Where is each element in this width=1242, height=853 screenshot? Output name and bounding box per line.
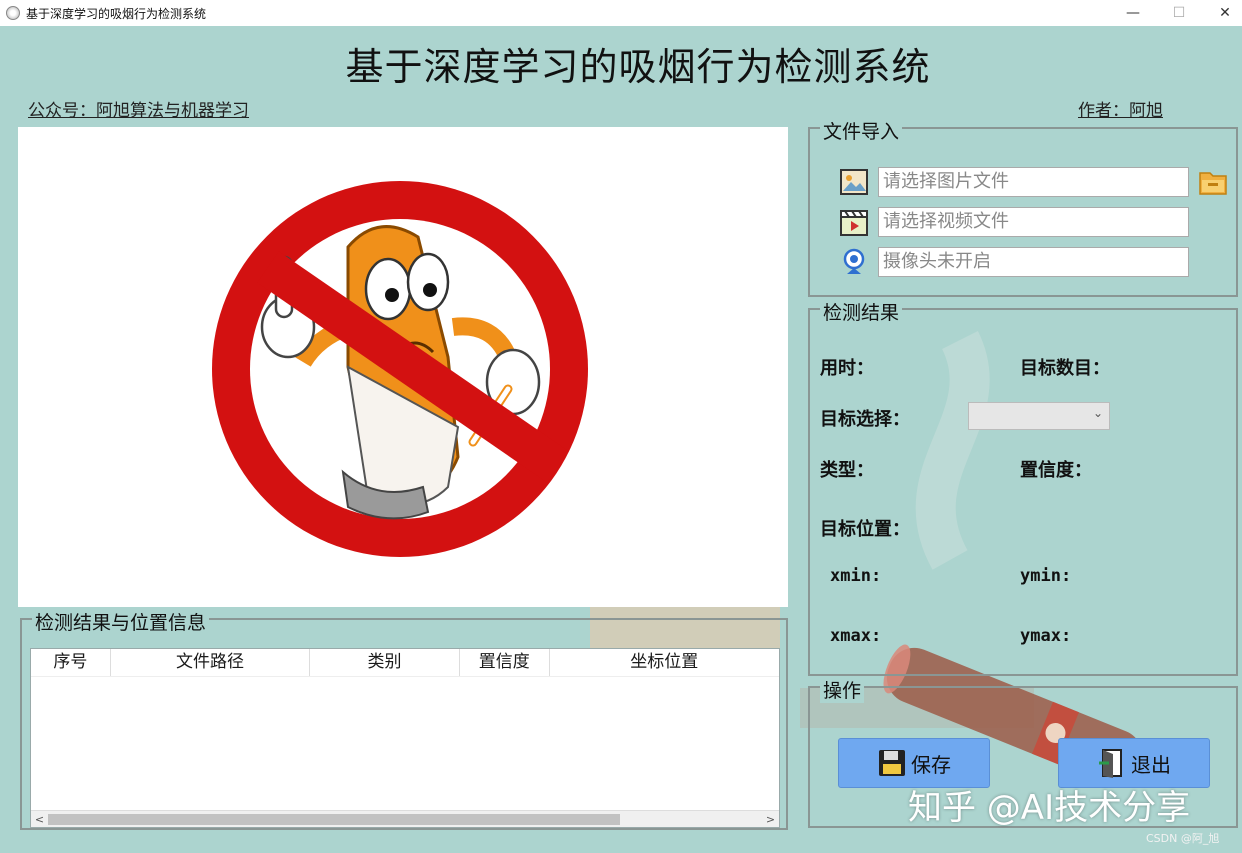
column-header-coordinates[interactable]: 坐标位置 — [550, 649, 779, 676]
table-header: 序号 文件路径 类别 置信度 坐标位置 — [31, 649, 779, 677]
file-import-group-title: 文件导入 — [820, 117, 903, 144]
column-header-class[interactable]: 类别 — [310, 649, 460, 676]
detection-results-group: 检测结果 用时： 目标数目： 目标选择： ⌄ 类型： 置信度： 目标位置： xm… — [808, 298, 1238, 676]
video-file-icon[interactable] — [838, 207, 870, 237]
minimize-button[interactable]: — — [1110, 0, 1156, 26]
chevron-down-icon[interactable]: ⌄ — [1093, 406, 1103, 420]
column-header-index[interactable]: 序号 — [31, 649, 111, 676]
maximize-button[interactable]: ☐ — [1156, 0, 1202, 26]
window-title: 基于深度学习的吸烟行为检测系统 — [26, 6, 207, 21]
horizontal-scrollbar[interactable]: < > — [31, 810, 779, 827]
author-caption: 作者：阿旭 — [1078, 101, 1163, 121]
target-select-dropdown[interactable]: ⌄ — [968, 402, 1110, 430]
app-icon — [6, 6, 20, 20]
ymax-label: ymax: — [1020, 626, 1072, 646]
results-table-group: 检测结果与位置信息 序号 文件路径 类别 置信度 坐标位置 < > — [20, 608, 788, 830]
folder-open-icon[interactable] — [1198, 167, 1228, 197]
column-header-confidence[interactable]: 置信度 — [460, 649, 550, 676]
camera-row: 摄像头未开启 — [838, 247, 1189, 277]
ymin-label: ymin: — [1020, 566, 1072, 586]
csdn-watermark: CSDN @阿_旭 — [1146, 832, 1220, 845]
file-import-group: 文件导入 请选择图片文件 请选择视频文件 摄像头未开启 — [808, 117, 1238, 297]
save-button-label: 保存 — [911, 752, 951, 777]
type-label: 类型： — [820, 460, 874, 481]
target-count-label: 目标数目： — [1020, 358, 1110, 379]
no-smoking-illustration — [212, 181, 588, 557]
operations-group-title: 操作 — [820, 676, 865, 703]
close-button[interactable]: ✕ — [1202, 0, 1242, 26]
detection-results-group-title: 检测结果 — [820, 298, 903, 325]
zhihu-watermark: 知乎 @AI技术分享 — [908, 788, 1191, 828]
exit-door-icon — [1099, 749, 1122, 778]
column-header-file-path[interactable]: 文件路径 — [111, 649, 311, 676]
image-display-panel — [18, 127, 788, 607]
results-table-group-title: 检测结果与位置信息 — [32, 608, 210, 635]
xmin-label: xmin: — [830, 566, 882, 586]
confidence-label: 置信度： — [1020, 460, 1092, 481]
results-table[interactable]: 序号 文件路径 类别 置信度 坐标位置 < > — [30, 648, 780, 828]
window-titlebar: 基于深度学习的吸烟行为检测系统 — ☐ ✕ — [0, 0, 1242, 26]
camera-status-field[interactable]: 摄像头未开启 — [878, 247, 1189, 277]
elapsed-time-label: 用时： — [820, 358, 874, 379]
target-position-label: 目标位置： — [820, 519, 910, 540]
page-title: 基于深度学习的吸烟行为检测系统 — [345, 45, 931, 89]
video-file-field[interactable]: 请选择视频文件 — [878, 207, 1189, 237]
xmax-label: xmax: — [830, 626, 882, 646]
floppy-disk-icon — [879, 750, 905, 776]
public-account-caption: 公众号：阿旭算法与机器学习 — [28, 101, 249, 121]
exit-button-label: 退出 — [1131, 752, 1171, 777]
target-select-label: 目标选择： — [820, 409, 910, 430]
scrollbar-thumb[interactable] — [48, 814, 620, 825]
image-file-row: 请选择图片文件 — [838, 167, 1189, 197]
scroll-left-arrow[interactable]: < — [31, 811, 48, 828]
scroll-right-arrow[interactable]: > — [762, 811, 779, 828]
image-file-icon[interactable] — [838, 167, 870, 197]
video-file-row: 请选择视频文件 — [838, 207, 1189, 237]
image-file-field[interactable]: 请选择图片文件 — [878, 167, 1189, 197]
webcam-icon[interactable] — [838, 247, 870, 277]
